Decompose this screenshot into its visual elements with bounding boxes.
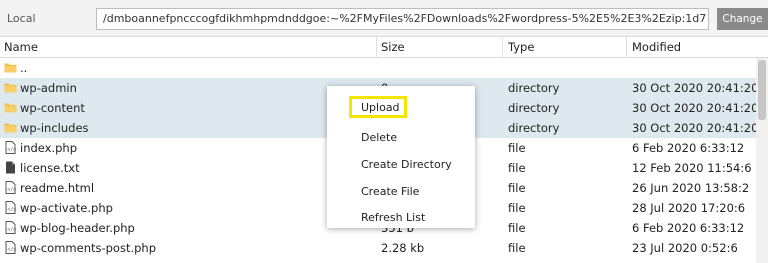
file-name: license.txt: [20, 161, 80, 175]
file-name: wp-activate.php: [20, 201, 113, 215]
file-type: file: [508, 181, 526, 195]
file-modified: 30 Oct 2020 20:41:20: [632, 81, 756, 95]
scrollbar-thumb[interactable]: [758, 60, 766, 120]
column-header-type[interactable]: Type: [508, 40, 534, 54]
file-modified: 28 Jul 2020 17:20:6: [632, 201, 746, 215]
code-file-icon: </>: [4, 181, 17, 194]
folder-icon: [4, 101, 17, 114]
file-type: directory: [508, 81, 560, 95]
file-name: wp-admin: [20, 81, 77, 95]
file-modified: 23 Jul 2020 0:52:6: [632, 241, 738, 255]
file-modified: 30 Oct 2020 20:41:20: [632, 121, 756, 135]
file-list-header: Name Size Type Modified: [0, 37, 768, 58]
file-name: wp-blog-header.php: [20, 221, 135, 235]
file-type: file: [508, 141, 526, 155]
column-divider[interactable]: [376, 37, 377, 58]
menu-item-create-directory[interactable]: Create Directory: [361, 158, 452, 171]
file-modified: 26 Jun 2020 13:58:2: [632, 181, 750, 195]
change-button[interactable]: Change: [717, 8, 768, 30]
menu-item-refresh-list[interactable]: Refresh List: [361, 211, 425, 224]
svg-text:</>: </>: [7, 147, 16, 153]
svg-text:</>: </>: [7, 247, 16, 253]
menu-item-create-file[interactable]: Create File: [361, 185, 419, 198]
file-name: wp-content: [20, 101, 85, 115]
file-modified: 6 Feb 2020 6:33:12: [632, 221, 745, 235]
folder-icon: [4, 121, 17, 134]
file-modified: 6 Feb 2020 6:33:12: [632, 141, 745, 155]
file-type: file: [508, 201, 526, 215]
table-row[interactable]: </> wp-comments-post.php 2.28 kb file 23…: [0, 238, 768, 258]
code-file-icon: </>: [4, 221, 17, 234]
menu-item-label: Upload: [361, 101, 400, 114]
column-header-modified[interactable]: Modified: [632, 40, 681, 54]
file-type: directory: [508, 121, 560, 135]
column-header-size[interactable]: Size: [381, 40, 405, 54]
folder-icon: [4, 81, 17, 94]
vertical-scrollbar[interactable]: [756, 58, 768, 263]
folder-icon: [4, 61, 17, 74]
file-type: file: [508, 241, 526, 255]
code-file-icon: </>: [4, 141, 17, 154]
menu-item-delete[interactable]: Delete: [361, 131, 397, 144]
menu-item-upload[interactable]: Upload: [349, 96, 407, 118]
location-bar: Local /dmboannefpncccogfdikhmhpmdnddgoe:…: [0, 0, 768, 37]
code-file-icon: </>: [4, 201, 17, 214]
file-type: file: [508, 221, 526, 235]
table-row[interactable]: ..: [0, 58, 768, 78]
text-file-icon: [4, 161, 17, 174]
file-name: readme.html: [20, 181, 95, 195]
path-input[interactable]: /dmboannefpncccogfdikhmhpmdnddgoe:~%2FMy…: [96, 8, 709, 30]
file-name: index.php: [20, 141, 78, 155]
svg-text:</>: </>: [7, 207, 16, 213]
column-divider[interactable]: [502, 37, 503, 58]
file-name: wp-includes: [20, 121, 89, 135]
file-name: wp-comments-post.php: [20, 241, 157, 255]
code-file-icon: </>: [4, 241, 17, 254]
file-modified: 30 Oct 2020 20:41:20: [632, 101, 756, 115]
file-size: 2.28 kb: [381, 241, 425, 255]
file-type: directory: [508, 101, 560, 115]
column-header-name[interactable]: Name: [4, 40, 38, 54]
local-label: Local: [7, 12, 36, 25]
file-type: file: [508, 161, 526, 175]
column-divider[interactable]: [626, 37, 627, 58]
file-name: ..: [20, 61, 28, 75]
svg-text:</>: </>: [7, 227, 16, 233]
file-modified: 12 Feb 2020 11:54:6: [632, 161, 752, 175]
svg-text:</>: </>: [7, 187, 16, 193]
context-menu: Upload Delete Create Directory Create Fi…: [327, 86, 475, 228]
